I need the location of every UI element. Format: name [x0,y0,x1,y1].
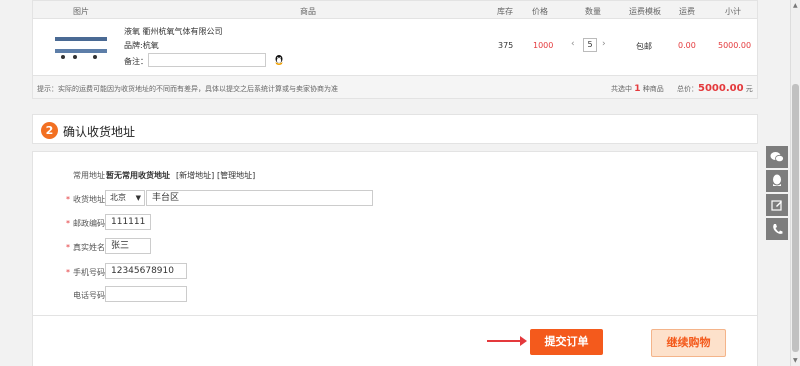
address-form: 常用地址： 暂无常用收货地址 [新增地址] [管理地址] * 收货地址： 北京 ▼ … [32,151,758,316]
decrease-icon[interactable]: ‹ [571,39,575,49]
common-address-label: 常用地址： [73,171,113,180]
phone-label: 电话号码： [73,291,113,300]
address-section-header: 2 确认收货地址 [32,114,758,144]
freight-template-value: 包邮 [636,42,652,51]
col-header-product: 商品 [300,7,316,16]
arrow-right-icon [487,336,527,346]
scroll-down-icon[interactable]: ▼ [793,357,798,364]
selected-count: 共选中 1 种商品 [611,84,664,94]
scrollbar-thumb[interactable] [792,84,799,352]
action-bar: 提交订单 继续购物 [32,316,758,366]
real-name-label: * 真实姓名： [66,243,113,252]
price-value: 1000 [533,41,554,50]
wechat-icon[interactable] [766,146,788,168]
scrollbar[interactable]: ▲ ▼ [790,0,800,366]
product-image[interactable] [53,31,111,61]
stock-value: 375 [498,41,514,50]
continue-shopping-button[interactable]: 继续购物 [651,329,726,357]
mobile-input[interactable]: 12345678910 [105,263,187,279]
col-header-quantity: 数量 [585,7,601,16]
increase-icon[interactable]: › [602,39,606,49]
qq-icon[interactable] [273,54,285,66]
step-badge: 2 [41,122,58,139]
scroll-up-icon[interactable]: ▲ [793,2,798,9]
table-row: 液氧 衢州杭氧气体有限公司 品牌:杭氧 备注： 375 1000 ‹ 5 › 包… [32,19,758,75]
remark-label: 备注： [124,57,148,66]
new-address-link[interactable]: [新增地址] [176,170,214,181]
product-brand: 品牌:杭氧 [124,41,159,50]
edit-icon[interactable] [766,194,788,216]
real-name-input[interactable]: 张三 [105,238,151,254]
common-address-value: 暂无常用收货地址 [106,171,170,180]
checkout-page: 图片 商品 库存 价格 数量 运费模板 运费 小计 液氧 衢州杭氧气体有限公司 … [32,0,758,366]
district-input[interactable]: 丰台区 [146,190,373,206]
mobile-label: * 手机号码： [66,268,113,277]
remark-input[interactable] [148,53,266,67]
col-header-freight: 运费 [679,7,695,16]
qq-service-icon[interactable] [766,170,788,192]
shipping-tip: 提示：实际的运费可能因为收货地址的不同而有差异，具体以提交之后系统计算或与卖家协… [37,85,338,93]
receive-address-label: * 收货地址： [66,195,113,204]
total-price: 总价：5000.00 元 [677,83,753,94]
phone-input[interactable] [105,286,187,302]
zip-label: * 邮政编码： [66,219,113,228]
quantity-input[interactable]: 5 [583,38,597,52]
col-header-price: 价格 [532,7,548,16]
freight-value: 0.00 [678,41,696,50]
col-header-freight-template: 运费模板 [629,7,661,16]
col-header-image: 图片 [73,7,89,16]
submit-order-button[interactable]: 提交订单 [530,329,603,355]
province-select[interactable]: 北京 ▼ [105,190,145,206]
zip-input[interactable]: 111111 [105,214,151,230]
col-header-stock: 库存 [497,7,513,16]
section-title: 确认收货地址 [63,125,136,139]
table-header: 图片 商品 库存 价格 数量 运费模板 运费 小计 [32,0,758,19]
product-name[interactable]: 液氧 衢州杭氧气体有限公司 [124,26,223,37]
shipping-tip-bar: 提示：实际的运费可能因为收货地址的不同而有差异，具体以提交之后系统计算或与卖家协… [32,75,758,99]
manage-address-link[interactable]: [管理地址] [217,170,255,181]
phone-icon[interactable] [766,218,788,240]
subtotal-value: 5000.00 [718,41,752,50]
chevron-down-icon: ▼ [135,194,141,202]
col-header-subtotal: 小计 [725,7,741,16]
